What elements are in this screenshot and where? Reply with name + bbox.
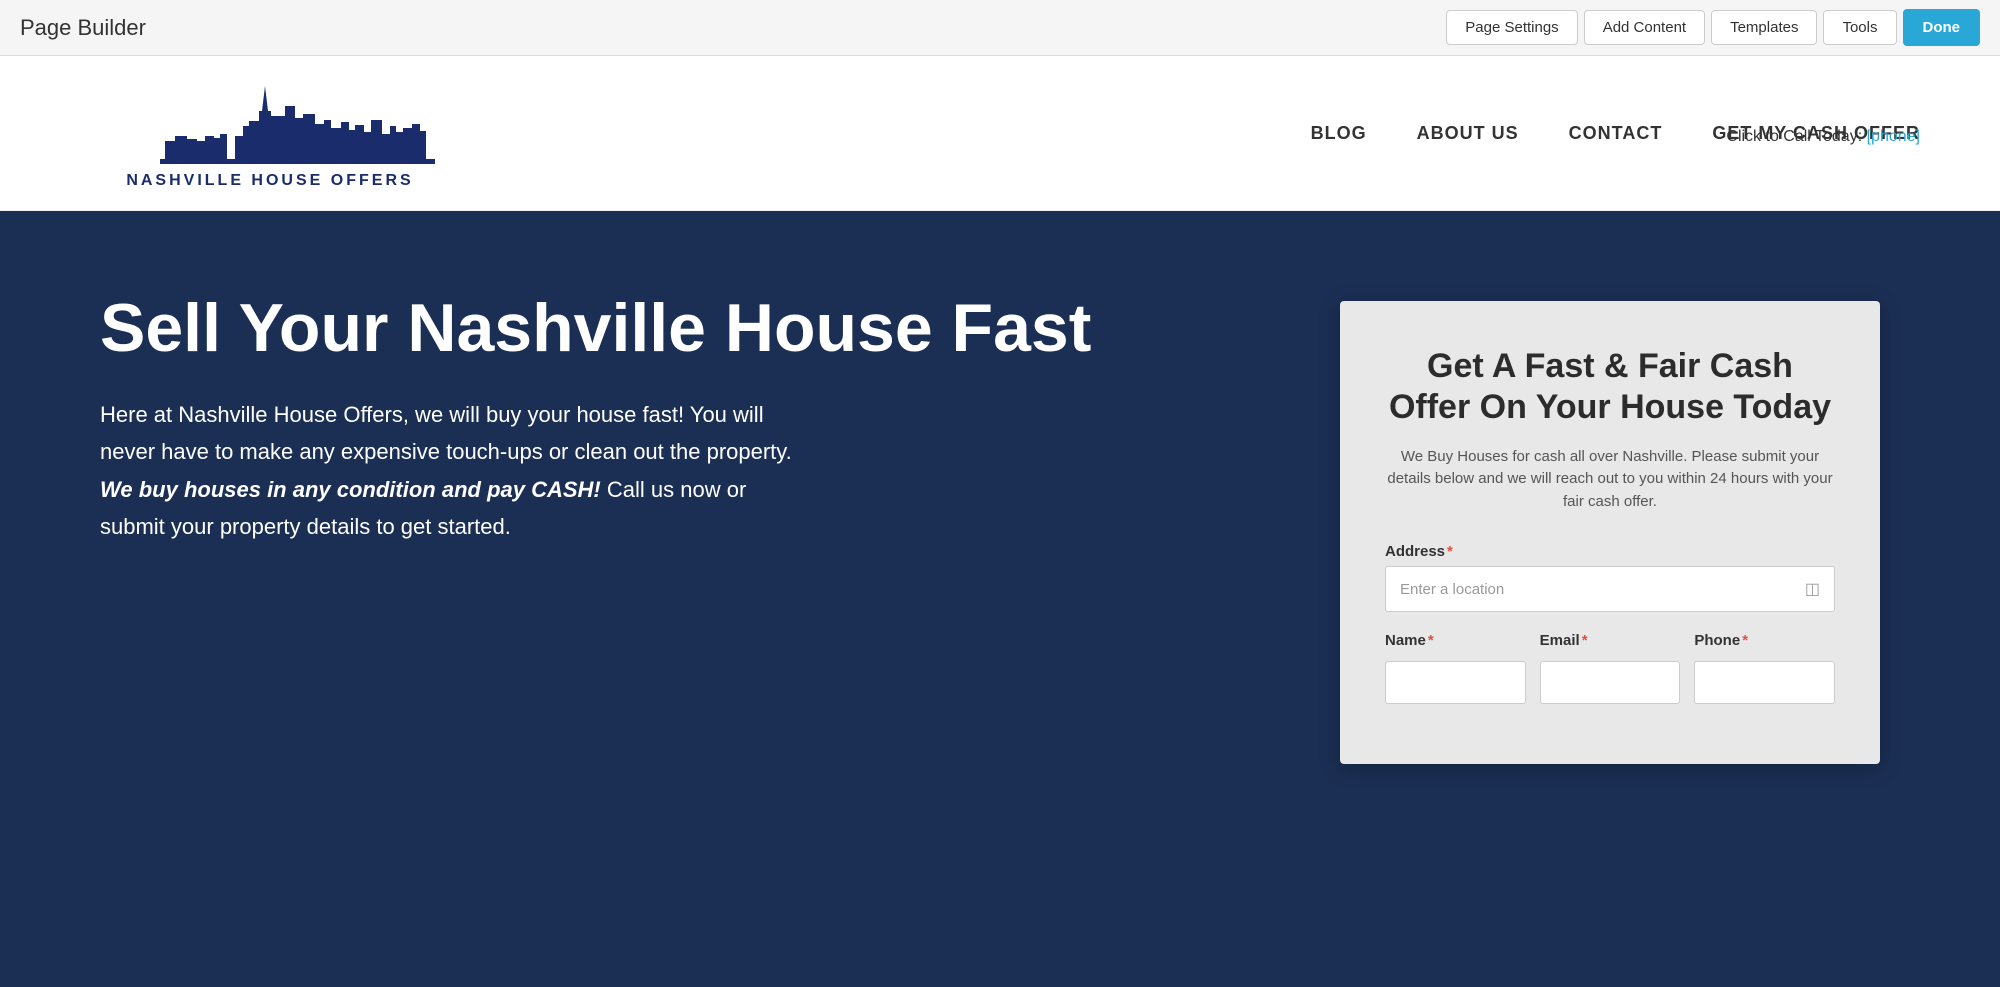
- address-label: Address*: [1385, 543, 1835, 560]
- name-input-col: [1385, 661, 1526, 724]
- phone-input[interactable]: [1694, 661, 1835, 704]
- form-row-labels: Name* Email* Phone*: [1385, 632, 1835, 655]
- call-bar: Click to Call Today: [phone]: [1726, 128, 1920, 146]
- logo-svg: [80, 76, 460, 166]
- templates-button[interactable]: Templates: [1711, 10, 1817, 45]
- name-input[interactable]: [1385, 661, 1526, 704]
- add-content-button[interactable]: Add Content: [1584, 10, 1705, 45]
- call-bar-phone[interactable]: [phone]: [1867, 128, 1920, 145]
- form-card-title: Get A Fast & Fair Cash Offer On Your Hou…: [1385, 346, 1835, 428]
- nav-about-us[interactable]: ABOUT US: [1417, 123, 1519, 144]
- email-label-col: Email*: [1540, 632, 1681, 655]
- hero-body-part1: Here at Nashville House Offers, we will …: [100, 402, 792, 464]
- hero-left: Sell Your Nashville House Fast Here at N…: [0, 211, 1300, 987]
- nav-blog[interactable]: BLOG: [1311, 123, 1367, 144]
- phone-label-col: Phone*: [1694, 632, 1835, 655]
- hero-section: Sell Your Nashville House Fast Here at N…: [0, 211, 2000, 987]
- call-bar-label: Click to Call Today:: [1726, 128, 1862, 145]
- hero-heading: Sell Your Nashville House Fast: [100, 291, 1230, 366]
- done-button[interactable]: Done: [1903, 9, 1981, 46]
- form-card-subtitle: We Buy Houses for cash all over Nashvill…: [1385, 446, 1835, 514]
- email-input-col: [1540, 661, 1681, 724]
- website-preview: Click to Call Today: [phone]: [0, 56, 2000, 987]
- toolbar: Page Builder Page Settings Add Content T…: [0, 0, 2000, 56]
- tools-button[interactable]: Tools: [1823, 10, 1896, 45]
- nav-contact[interactable]: CONTACT: [1569, 123, 1663, 144]
- toolbar-buttons: Page Settings Add Content Templates Tool…: [1446, 9, 1980, 46]
- site-header: NASHVILLE HOUSE OFFERS BLOG ABOUT US CON…: [0, 56, 2000, 211]
- form-row-inputs: [1385, 661, 1835, 724]
- hero-right: Get A Fast & Fair Cash Offer On Your Hou…: [1300, 251, 1920, 947]
- address-input[interactable]: Enter a location ◫: [1385, 566, 1835, 612]
- hero-body-italic: We buy houses in any condition and pay C…: [100, 477, 601, 502]
- phone-input-col: [1694, 661, 1835, 724]
- hero-body: Here at Nashville House Offers, we will …: [100, 396, 800, 546]
- name-label-col: Name*: [1385, 632, 1526, 655]
- page-title: Page Builder: [20, 15, 146, 41]
- logo-text: NASHVILLE HOUSE OFFERS: [126, 172, 413, 190]
- email-input[interactable]: [1540, 661, 1681, 704]
- logo-area: NASHVILLE HOUSE OFFERS: [80, 76, 460, 190]
- location-icon: ◫: [1805, 579, 1820, 599]
- form-card: Get A Fast & Fair Cash Offer On Your Hou…: [1340, 301, 1880, 764]
- page-settings-button[interactable]: Page Settings: [1446, 10, 1577, 45]
- address-placeholder: Enter a location: [1400, 581, 1504, 598]
